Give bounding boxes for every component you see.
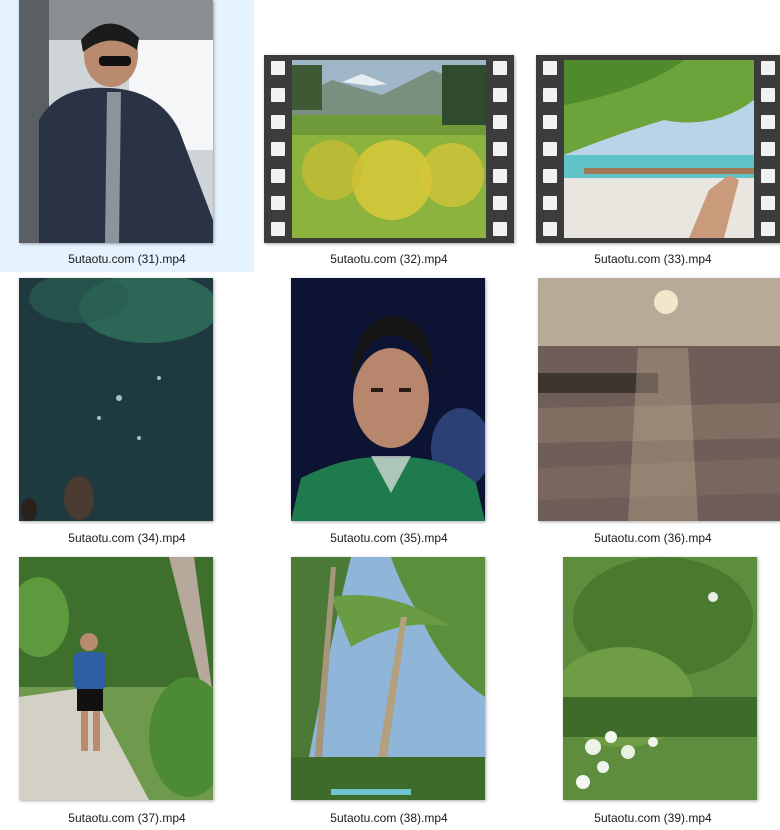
file-tile[interactable]: 5utaotu.com (33).mp4 (526, 0, 780, 272)
file-name[interactable]: 5utaotu.com (32).mp4 (262, 252, 516, 266)
file-tile[interactable]: 5utaotu.com (32).mp4 (262, 0, 516, 272)
video-thumbnail[interactable] (538, 278, 780, 521)
file-tile[interactable]: 5utaotu.com (39).mp4 (526, 557, 780, 829)
video-thumbnail[interactable] (19, 278, 213, 521)
file-name[interactable]: 5utaotu.com (34).mp4 (0, 531, 254, 545)
file-tile[interactable]: 5utaotu.com (35).mp4 (262, 278, 516, 550)
file-name[interactable]: 5utaotu.com (33).mp4 (526, 252, 780, 266)
film-perforation-right (486, 55, 514, 243)
film-perforation-left (536, 55, 564, 243)
file-name[interactable]: 5utaotu.com (36).mp4 (526, 531, 780, 545)
file-name[interactable]: 5utaotu.com (38).mp4 (262, 811, 516, 825)
file-name[interactable]: 5utaotu.com (39).mp4 (526, 811, 780, 825)
file-tile[interactable]: 5utaotu.com (31).mp4 (0, 0, 254, 272)
video-thumbnail[interactable] (19, 0, 213, 243)
video-thumbnail[interactable] (291, 278, 485, 521)
video-frame (564, 60, 754, 238)
file-tile[interactable]: 5utaotu.com (36).mp4 (526, 278, 780, 550)
film-perforation-left (264, 55, 292, 243)
video-thumbnail[interactable] (563, 557, 757, 800)
file-name[interactable]: 5utaotu.com (35).mp4 (262, 531, 516, 545)
film-strip-thumbnail[interactable] (536, 55, 780, 243)
file-name[interactable]: 5utaotu.com (31).mp4 (0, 252, 254, 266)
video-thumbnail[interactable] (19, 557, 213, 800)
film-perforation-right (754, 55, 780, 243)
video-thumbnail[interactable] (291, 557, 485, 800)
file-tile[interactable]: 5utaotu.com (37).mp4 (0, 557, 254, 829)
file-tile[interactable]: 5utaotu.com (34).mp4 (0, 278, 254, 550)
file-name[interactable]: 5utaotu.com (37).mp4 (0, 811, 254, 825)
file-tile[interactable]: 5utaotu.com (38).mp4 (262, 557, 516, 829)
film-strip-thumbnail[interactable] (264, 55, 514, 243)
video-frame (292, 60, 486, 238)
